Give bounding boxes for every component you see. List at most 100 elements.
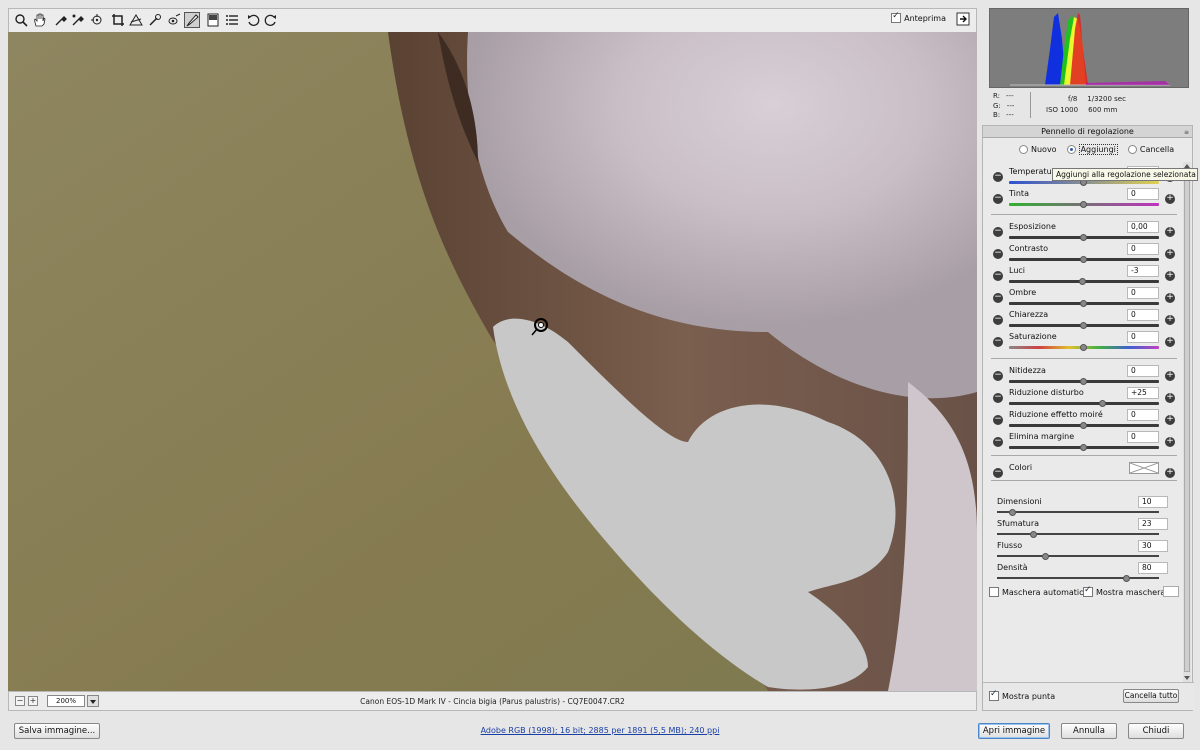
mode-add-radio[interactable]: Aggiungi [1066,144,1118,155]
brush-flusso-track[interactable] [997,555,1159,557]
nitidezza-value-field[interactable]: 0 [1127,365,1159,377]
show-pin-toggle[interactable]: Mostra punta [989,689,1055,701]
auto-mask-toggle[interactable]: Maschera automatica [989,587,1088,597]
adjustment-brush-icon[interactable] [184,12,200,28]
riduzione-disturbo-thumb[interactable] [1098,400,1106,407]
auto-mask-checkbox[interactable] [989,587,999,597]
nitidezza-plus-icon[interactable]: + [1165,371,1175,381]
ombre-value-field[interactable]: 0 [1127,287,1159,299]
chiarezza-value-field[interactable]: 0 [1127,309,1159,321]
show-mask-checkbox[interactable] [1083,585,1093,597]
image-canvas[interactable] [8,32,977,691]
contrasto-thumb[interactable] [1080,256,1087,263]
brush-flusso-thumb[interactable] [1041,553,1049,560]
riduzione-disturbo-track[interactable] [1009,402,1159,405]
tinta-plus-icon[interactable]: + [1165,194,1175,204]
brush-densit-track[interactable] [997,577,1159,579]
elimina-margine-thumb[interactable] [1080,444,1087,451]
mask-color-swatch[interactable] [1163,586,1179,597]
brush-densit-label: Densità [997,563,1028,572]
mode-new-radio[interactable]: Nuovo [1019,145,1057,154]
tinta-thumb[interactable] [1080,201,1087,208]
rotate-cw-icon[interactable] [263,12,279,28]
riduzione-effetto-moir-minus-icon[interactable]: − [993,415,1003,425]
riduzione-disturbo-plus-icon[interactable]: + [1165,393,1175,403]
tinta-value-field[interactable]: 0 [1127,188,1159,200]
panel-menu-icon[interactable]: ≡ [1184,127,1189,138]
cancel-button[interactable]: Annulla [1061,723,1117,739]
brush-dimensioni-thumb[interactable] [1009,509,1017,516]
crop-icon[interactable] [110,12,126,28]
scroll-down-icon[interactable] [1184,676,1190,680]
riduzione-effetto-moir-value-field[interactable]: 0 [1127,409,1159,421]
temperatura-minus-icon[interactable]: − [993,172,1003,182]
contrasto-minus-icon[interactable]: − [993,249,1003,259]
ombre-label: Ombre [1009,288,1037,297]
straighten-icon[interactable] [128,12,144,28]
luci-value-field[interactable]: -3 [1127,265,1159,277]
preview-toggle[interactable]: Anteprima [891,11,946,23]
esposizione-thumb[interactable] [1080,234,1087,241]
contrasto-plus-icon[interactable]: + [1165,249,1175,259]
contrasto-value-field[interactable]: 0 [1127,243,1159,255]
ombre-plus-icon[interactable]: + [1165,293,1175,303]
chiarezza-minus-icon[interactable]: − [993,315,1003,325]
elimina-margine-minus-icon[interactable]: − [993,437,1003,447]
elimina-margine-value-field[interactable]: 0 [1127,431,1159,443]
preferences-icon[interactable] [224,12,240,28]
slider-luci: − Luci -3 + [983,265,1183,287]
color-sampler-icon[interactable] [70,12,86,28]
white-balance-icon[interactable] [53,12,69,28]
nitidezza-label: Nitidezza [1009,366,1046,375]
brush-flusso-field[interactable]: 30 [1138,540,1168,552]
open-image-button[interactable]: Apri immagine [978,723,1050,739]
close-button[interactable]: Chiudi [1128,723,1184,739]
spot-removal-icon[interactable] [147,12,163,28]
graduated-filter-icon[interactable] [205,12,221,28]
red-eye-icon[interactable] [166,12,182,28]
mode-erase-radio[interactable]: Cancella [1127,145,1174,154]
tinta-minus-icon[interactable]: − [993,194,1003,204]
ombre-minus-icon[interactable]: − [993,293,1003,303]
riduzione-disturbo-value-field[interactable]: +25 [1127,387,1159,399]
saturazione-plus-icon[interactable]: + [1165,337,1175,347]
scrollbar-thumb[interactable] [1184,172,1190,672]
target-adjust-icon[interactable] [89,12,105,28]
saturazione-minus-icon[interactable]: − [993,337,1003,347]
brush-dimensioni-track[interactable] [997,511,1159,513]
zoom-icon[interactable] [13,12,29,28]
brush-sfumatura-thumb[interactable] [1030,531,1038,538]
ombre-thumb[interactable] [1080,300,1087,307]
show-mask-toggle[interactable]: Mostra maschera [1083,585,1165,597]
saturazione-value-field[interactable]: 0 [1127,331,1159,343]
luci-minus-icon[interactable]: − [993,271,1003,281]
riduzione-disturbo-minus-icon[interactable]: − [993,393,1003,403]
show-pin-checkbox[interactable] [989,689,999,701]
esposizione-minus-icon[interactable]: − [993,227,1003,237]
clear-all-button[interactable]: Cancella tutto [1123,689,1179,703]
hand-icon[interactable] [31,12,47,28]
esposizione-plus-icon[interactable]: + [1165,227,1175,237]
luci-plus-icon[interactable]: + [1165,271,1175,281]
panel-scrollbar[interactable] [1183,162,1191,682]
chiarezza-thumb[interactable] [1080,322,1087,329]
esposizione-value-field[interactable]: 0,00 [1127,221,1159,233]
brush-dimensioni-field[interactable]: 10 [1138,496,1168,508]
elimina-margine-plus-icon[interactable]: + [1165,437,1175,447]
brush-sfumatura-track[interactable] [997,533,1159,535]
adjustments-scroll-area[interactable]: − Colori + Maschera automatica Mostra ma… [983,162,1194,682]
riduzione-effetto-moir-plus-icon[interactable]: + [1165,415,1175,425]
rotate-ccw-icon[interactable] [245,12,261,28]
chiarezza-plus-icon[interactable]: + [1165,315,1175,325]
nitidezza-thumb[interactable] [1080,378,1087,385]
preview-checkbox[interactable] [891,11,902,23]
luci-thumb[interactable] [1078,278,1086,285]
fullscreen-icon[interactable] [956,12,972,28]
brush-densit-field[interactable]: 80 [1138,562,1168,574]
saturazione-thumb[interactable] [1080,344,1087,351]
color-plus-icon[interactable]: + [1165,468,1175,478]
nitidezza-minus-icon[interactable]: − [993,371,1003,381]
riduzione-effetto-moir-thumb[interactable] [1080,422,1087,429]
brush-densit-thumb[interactable] [1122,575,1130,582]
brush-sfumatura-field[interactable]: 23 [1138,518,1168,530]
